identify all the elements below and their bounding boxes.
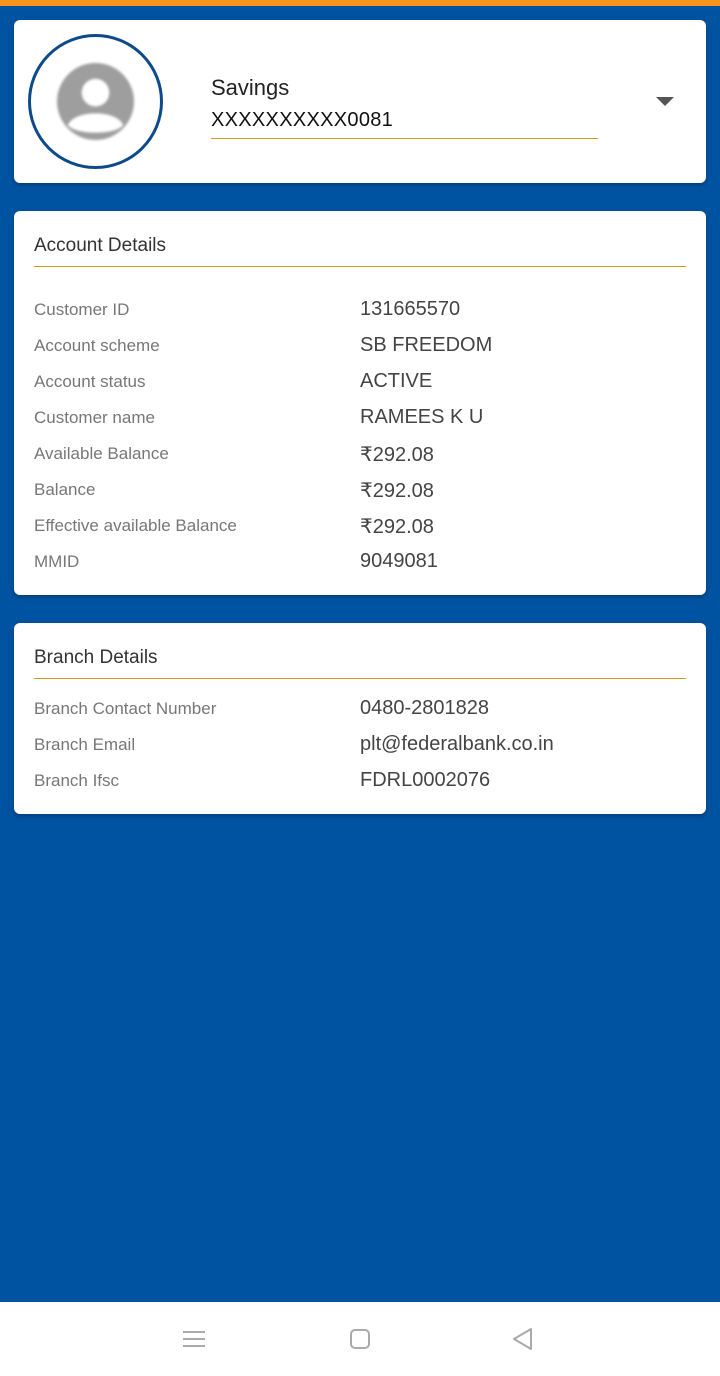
customer-name-value: RAMEES K U — [360, 406, 484, 428]
branch-details-title: Branch Details — [34, 647, 158, 668]
user-avatar-icon — [56, 62, 135, 141]
balance-value: ₹292.08 — [360, 480, 434, 502]
menu-icon[interactable] — [181, 1326, 207, 1352]
branch-contact-label: Branch Contact Number — [34, 699, 217, 718]
branch-ifsc-label: Branch Ifsc — [34, 771, 120, 790]
mmid-label: MMID — [34, 552, 80, 571]
divider — [34, 266, 686, 267]
account-scheme-value: SB FREEDOM — [360, 334, 493, 356]
customer-id-label: Customer ID — [34, 300, 130, 319]
branch-details-card: Branch Details Branch Contact Number 048… — [14, 623, 706, 814]
account-number-select[interactable]: XXXXXXXXXX0081 — [211, 109, 598, 139]
account-details-title: Account Details — [34, 235, 167, 256]
branch-email-value: plt@federalbank.co.in — [360, 733, 554, 755]
back-icon[interactable] — [510, 1326, 536, 1352]
available-balance-value: ₹292.08 — [360, 444, 434, 466]
effective-balance-label: Effective available Balance — [34, 516, 237, 535]
avatar — [28, 34, 163, 169]
account-status-label: Account status — [34, 372, 146, 391]
customer-id-value: 131665570 — [360, 298, 461, 320]
branch-ifsc-value: FDRL0002076 — [360, 769, 491, 791]
account-status-value: ACTIVE — [360, 370, 433, 392]
navigation-bar — [0, 1302, 720, 1376]
divider — [34, 678, 686, 679]
branch-contact-value: 0480-2801828 — [360, 697, 490, 719]
chevron-down-icon[interactable] — [656, 97, 674, 106]
available-balance-label: Available Balance — [34, 444, 169, 463]
account-scheme-label: Account scheme — [34, 336, 160, 355]
home-icon[interactable] — [347, 1326, 373, 1352]
account-type: Savings — [211, 75, 290, 100]
branch-email-label: Branch Email — [34, 735, 136, 754]
balance-label: Balance — [34, 480, 96, 499]
account-selector-card[interactable]: Savings XXXXXXXXXX0081 — [14, 20, 706, 183]
effective-balance-value: ₹292.08 — [360, 516, 434, 538]
account-details-card: Account Details Customer ID 131665570 Ac… — [14, 211, 706, 595]
status-strip — [0, 0, 720, 6]
customer-name-label: Customer name — [34, 408, 155, 427]
mmid-value: 9049081 — [360, 550, 438, 572]
